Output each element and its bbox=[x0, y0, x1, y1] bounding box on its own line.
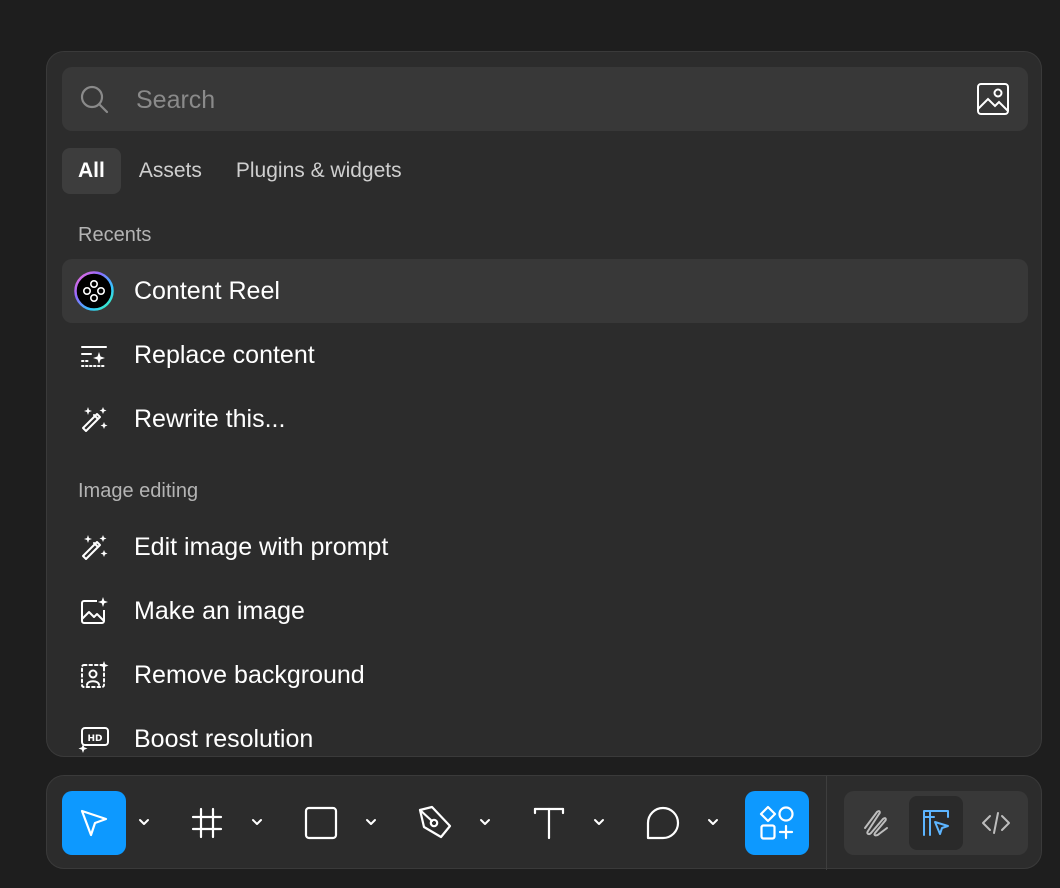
list-item-boost-resolution[interactable]: HD Boost resolution bbox=[62, 707, 1028, 756]
actions-button[interactable] bbox=[745, 791, 809, 855]
design-mode-button[interactable] bbox=[909, 796, 963, 850]
chevron-down-icon[interactable] bbox=[477, 814, 493, 830]
dev-mode-button[interactable] bbox=[969, 796, 1023, 850]
toolbar-divider bbox=[826, 776, 827, 870]
section-title-recents: Recents bbox=[78, 224, 152, 246]
chevron-down-icon[interactable] bbox=[705, 814, 721, 830]
svg-text:HD: HD bbox=[87, 734, 102, 744]
magic-wand-icon bbox=[74, 399, 114, 439]
code-icon bbox=[982, 812, 1010, 834]
replace-content-icon bbox=[74, 335, 114, 375]
chevron-down-icon[interactable] bbox=[591, 814, 607, 830]
tab-all[interactable]: All bbox=[62, 148, 121, 194]
text-tool-button[interactable] bbox=[517, 791, 581, 855]
draw-icon bbox=[864, 810, 888, 837]
magic-wand-icon bbox=[74, 527, 114, 567]
list-item-label: Replace content bbox=[134, 341, 315, 369]
image-search-icon[interactable] bbox=[976, 82, 1010, 116]
frame-tool-button[interactable] bbox=[175, 791, 239, 855]
list-item-label: Rewrite this... bbox=[134, 405, 286, 433]
actions-icon bbox=[759, 805, 794, 840]
list-item-label: Boost resolution bbox=[134, 725, 314, 753]
chevron-down-icon[interactable] bbox=[363, 814, 379, 830]
list-item-content-reel[interactable]: Content Reel bbox=[62, 259, 1028, 323]
pen-tool-button[interactable] bbox=[403, 791, 467, 855]
bottom-toolbar bbox=[46, 775, 1042, 870]
list-item-replace-content[interactable]: Replace content bbox=[62, 323, 1028, 387]
list-item-edit-image-with-prompt[interactable]: Edit image with prompt bbox=[62, 515, 1028, 579]
list-item-label: Content Reel bbox=[134, 277, 280, 305]
remove-background-icon bbox=[74, 655, 114, 695]
mode-switcher bbox=[844, 791, 1028, 855]
frame-icon bbox=[191, 807, 223, 839]
search-bar[interactable] bbox=[62, 67, 1028, 131]
design-icon bbox=[923, 810, 949, 836]
draw-mode-button[interactable] bbox=[849, 796, 903, 850]
content-reel-icon bbox=[74, 271, 114, 311]
chevron-down-icon[interactable] bbox=[136, 814, 152, 830]
search-icon bbox=[80, 85, 109, 114]
list-item-label: Edit image with prompt bbox=[134, 533, 389, 561]
tab-assets[interactable]: Assets bbox=[123, 148, 218, 194]
move-tool-button[interactable] bbox=[62, 791, 126, 855]
list-item-label: Make an image bbox=[134, 597, 305, 625]
text-icon bbox=[533, 807, 565, 840]
rectangle-icon bbox=[304, 806, 338, 840]
rectangle-tool-button[interactable] bbox=[289, 791, 353, 855]
list-item-rewrite-this[interactable]: Rewrite this... bbox=[62, 387, 1028, 451]
comment-icon bbox=[646, 806, 680, 840]
chevron-down-icon[interactable] bbox=[249, 814, 265, 830]
comment-tool-button[interactable] bbox=[631, 791, 695, 855]
pen-icon bbox=[418, 805, 452, 839]
list-item-label: Remove background bbox=[134, 661, 365, 689]
list-item-make-an-image[interactable]: Make an image bbox=[62, 579, 1028, 643]
cursor-icon bbox=[80, 809, 108, 837]
list-item-remove-background[interactable]: Remove background bbox=[62, 643, 1028, 707]
hd-icon: HD bbox=[74, 719, 114, 756]
section-title-image-editing: Image editing bbox=[78, 480, 199, 502]
search-input[interactable] bbox=[134, 79, 958, 121]
image-sparkle-icon bbox=[74, 591, 114, 631]
filter-tabs: All Assets Plugins & widgets bbox=[62, 148, 420, 194]
quick-actions-panel: All Assets Plugins & widgets Recents bbox=[46, 51, 1042, 757]
tab-plugins-widgets[interactable]: Plugins & widgets bbox=[220, 148, 418, 194]
